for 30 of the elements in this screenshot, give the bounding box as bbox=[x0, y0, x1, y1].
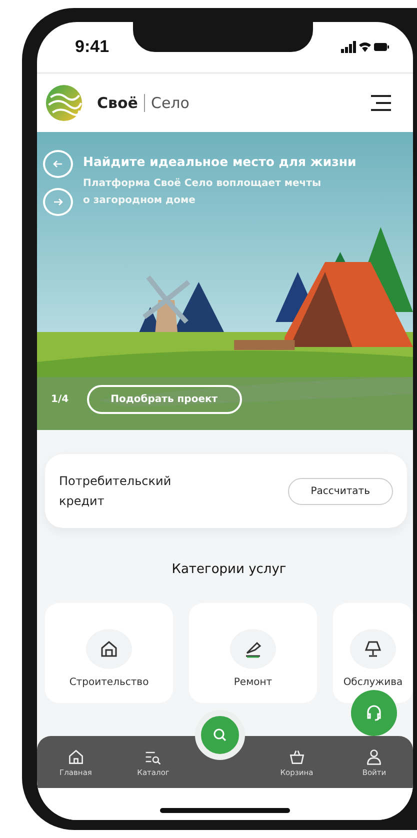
brand-name: Своё bbox=[97, 94, 138, 112]
category-label: Обслужива bbox=[343, 677, 403, 688]
headset-icon bbox=[364, 703, 384, 723]
category-label: Строительство bbox=[69, 677, 149, 688]
arrow-right-icon bbox=[53, 197, 63, 207]
hero-title: Найдите идеальное место для жизни bbox=[83, 154, 356, 169]
home-icon bbox=[66, 748, 85, 766]
arrow-left-icon bbox=[53, 159, 63, 169]
calculate-button[interactable]: Рассчитать bbox=[288, 478, 393, 504]
brand-subtitle: Село bbox=[150, 94, 190, 112]
user-icon bbox=[365, 748, 384, 766]
logo-icon bbox=[45, 84, 83, 122]
category-card[interactable]: Строительство bbox=[45, 603, 173, 703]
house-icon bbox=[99, 639, 119, 659]
search-icon bbox=[213, 728, 227, 742]
category-card[interactable]: Ремонт bbox=[189, 603, 317, 703]
previous-slide-button[interactable] bbox=[43, 150, 73, 178]
lamp-icon bbox=[363, 639, 383, 659]
basket-icon bbox=[288, 748, 306, 766]
status-time: 9:41 bbox=[75, 37, 110, 57]
choose-project-button[interactable]: Подобрать проект bbox=[86, 384, 242, 414]
credit-title: Потребительский кредит bbox=[59, 473, 172, 510]
category-label: Ремонт bbox=[234, 677, 272, 688]
status-icons bbox=[341, 40, 389, 54]
menu-icon[interactable] bbox=[371, 95, 391, 111]
category-card[interactable]: Обслужива bbox=[333, 603, 413, 703]
section-title: Категории услуг bbox=[170, 562, 288, 577]
hero-subtitle: Платформа Своё Село воплощает мечты о загородном доме bbox=[83, 177, 322, 208]
slide-counter: 1/4 bbox=[51, 394, 69, 404]
next-slide-button[interactable] bbox=[43, 188, 73, 216]
